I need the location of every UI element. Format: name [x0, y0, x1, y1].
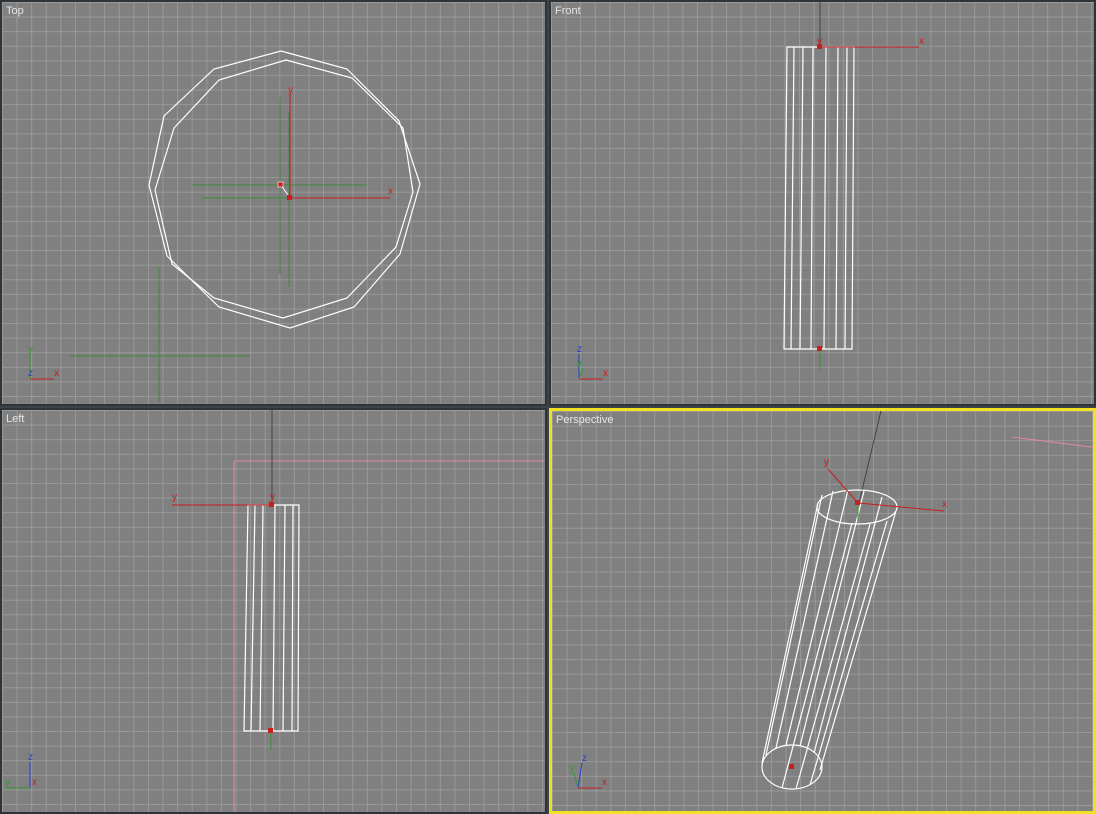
svg-text:z: z — [582, 753, 587, 764]
svg-text:z: z — [577, 344, 582, 355]
cylinder-wireframe[interactable] — [783, 46, 855, 350]
viewport-label-perspective[interactable]: Perspective — [556, 414, 613, 426]
gizmo-y-label: y — [288, 85, 293, 96]
svg-text:z: z — [28, 368, 33, 379]
svg-text:x: x — [32, 777, 37, 788]
svg-text:y: y — [570, 763, 575, 774]
viewport-left[interactable]: y y z x y Left — [0, 408, 547, 814]
viewport-perspective[interactable]: x y x z y Perspective — [549, 408, 1096, 814]
cylinder-wireframe[interactable] — [761, 489, 898, 790]
viewport-top[interactable]: x y x y z Top — [0, 0, 547, 406]
top-view-canvas: x y x y z — [28, 50, 421, 402]
axis-tripod-perspective: x z y — [570, 753, 607, 789]
svg-text:x: x — [54, 368, 59, 379]
viewport-label-top[interactable]: Top — [6, 5, 24, 17]
axis-tripod-left: z x y — [5, 752, 37, 789]
viewport-front[interactable]: x y x z y Front — [549, 0, 1096, 406]
svg-text:x: x — [942, 499, 947, 510]
axis-tripod-front: x z y — [577, 344, 608, 380]
cylinder-wireframe[interactable] — [243, 504, 300, 732]
gizmo-x-label: x — [388, 186, 393, 197]
axis-tripod-top: x y z — [28, 344, 59, 380]
svg-text:x: x — [603, 368, 608, 379]
transform-gizmo[interactable]: y y — [172, 492, 275, 750]
svg-text:y: y — [28, 344, 33, 355]
front-view-canvas: x y x z y — [577, 2, 924, 380]
perspective-view-canvas: x y x z y — [570, 411, 1093, 790]
viewport-label-left[interactable]: Left — [6, 413, 24, 425]
svg-text:y: y — [270, 492, 275, 503]
svg-text:x: x — [602, 777, 607, 788]
viewport-label-front[interactable]: Front — [555, 5, 581, 17]
svg-text:x: x — [919, 36, 924, 47]
svg-text:y: y — [172, 492, 177, 503]
svg-text:y: y — [5, 777, 10, 788]
svg-text:y: y — [577, 358, 582, 369]
svg-text:y: y — [824, 457, 829, 468]
left-view-canvas: y y z x y — [5, 410, 545, 812]
transform-gizmo[interactable]: x y — [192, 85, 393, 287]
svg-text:y: y — [817, 36, 822, 47]
transform-gizmo[interactable]: x y — [789, 457, 947, 769]
svg-text:z: z — [28, 752, 33, 763]
transform-gizmo[interactable]: x y — [817, 36, 924, 370]
